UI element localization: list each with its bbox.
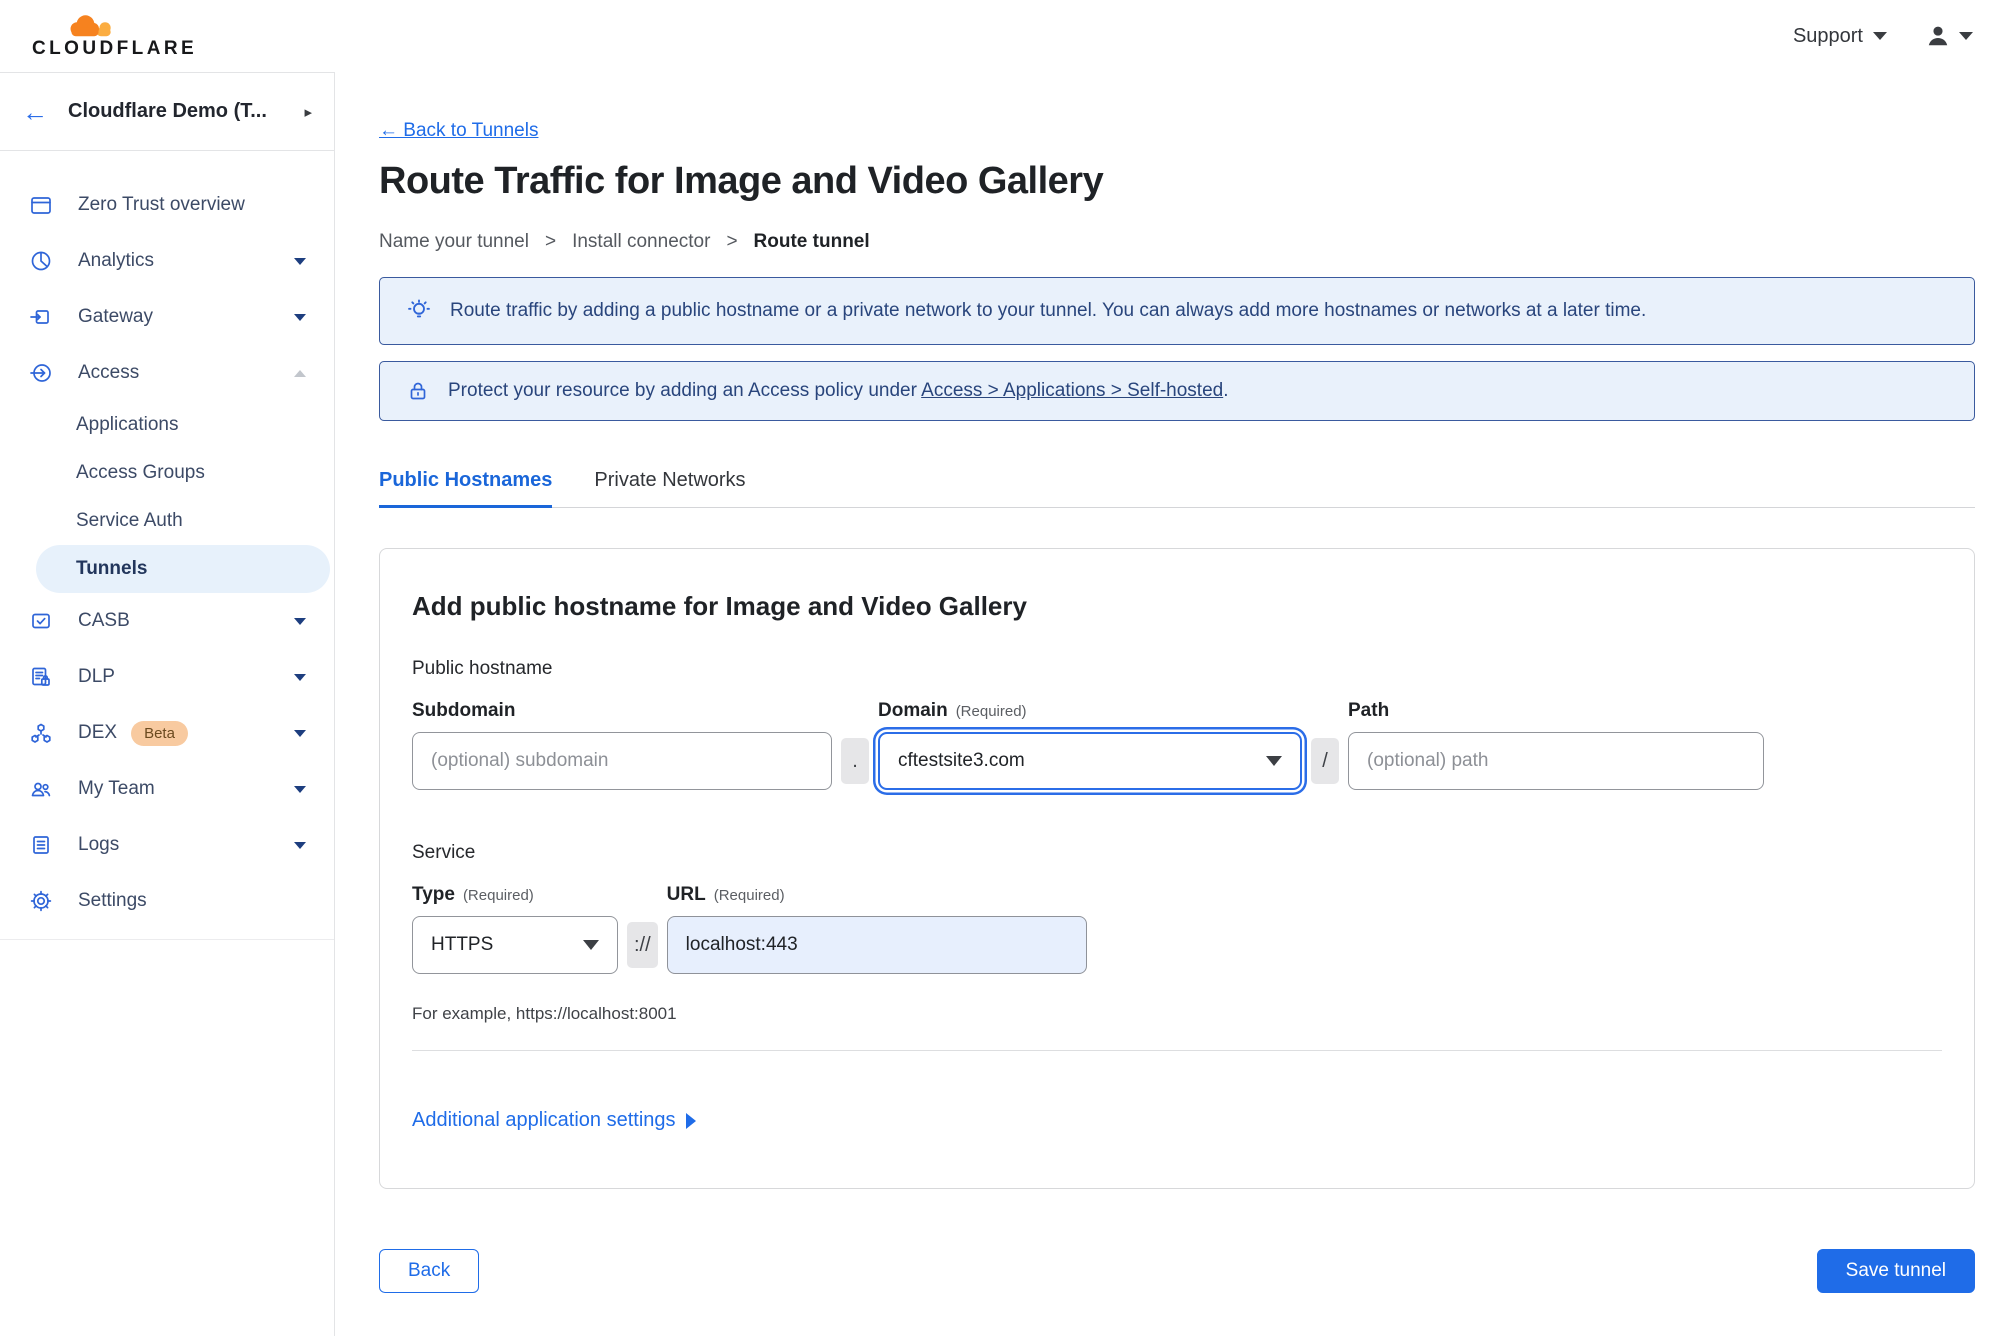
required-tag: (Required) bbox=[462, 887, 534, 904]
service-type-select[interactable]: HTTPS bbox=[412, 916, 618, 974]
domain-select-value: cftestsite3.com bbox=[898, 750, 1025, 771]
user-menu[interactable] bbox=[1925, 23, 1973, 49]
chevron-down-icon bbox=[1266, 756, 1282, 766]
chevron-up-icon bbox=[294, 369, 306, 377]
card-heading: Add public hostname for Image and Video … bbox=[412, 591, 1027, 621]
tab-bar: Public Hostnames Private Networks bbox=[379, 469, 1975, 508]
support-label: Support bbox=[1792, 24, 1863, 47]
sidebar-item-service-auth[interactable]: Service Auth bbox=[0, 497, 334, 545]
chevron-down-icon bbox=[294, 841, 306, 849]
subdomain-label: Subdomain bbox=[412, 700, 516, 721]
sidebar-item-gateway[interactable]: Gateway bbox=[0, 289, 334, 345]
top-bar: CLOUDFLARE Support bbox=[0, 0, 1999, 72]
people-icon bbox=[28, 777, 54, 801]
service-type-value: HTTPS bbox=[431, 934, 494, 955]
support-menu[interactable]: Support bbox=[1793, 25, 1887, 48]
main-content: ← Back to Tunnels Route Traffic for Imag… bbox=[336, 72, 1999, 1336]
sidebar-item-tunnels[interactable]: Tunnels bbox=[36, 545, 330, 593]
dot-separator: . bbox=[841, 738, 869, 784]
chevron-right-icon bbox=[685, 1112, 696, 1129]
pie-chart-icon bbox=[28, 249, 54, 273]
back-button[interactable]: Back bbox=[379, 1249, 480, 1293]
sidebar: ← Cloudflare Demo (T... ▸ Zero Trust ove… bbox=[0, 72, 335, 1336]
wizard-footer: Back Save tunnel bbox=[379, 1249, 1975, 1293]
document-lock-icon bbox=[28, 665, 54, 689]
chevron-down-icon bbox=[1873, 32, 1887, 40]
dex-network-icon bbox=[28, 721, 54, 745]
page-title: Route Traffic for Image and Video Galler… bbox=[379, 160, 1104, 202]
step-route-tunnel: Route tunnel bbox=[753, 231, 870, 252]
window-icon bbox=[28, 193, 54, 217]
back-arrow-icon[interactable]: ← bbox=[22, 99, 48, 125]
logo-wordmark: CLOUDFLARE bbox=[32, 38, 198, 59]
tab-public-hostnames[interactable]: Public Hostnames bbox=[379, 469, 553, 508]
public-hostname-label: Public hostname bbox=[412, 658, 553, 679]
sidebar-item-zero-trust-overview[interactable]: Zero Trust overview bbox=[0, 177, 334, 233]
url-input[interactable] bbox=[666, 916, 1087, 974]
type-label: Type (Required) bbox=[412, 884, 534, 905]
tab-private-networks[interactable]: Private Networks bbox=[594, 469, 745, 507]
step-install-connector: Install connector bbox=[572, 231, 711, 252]
casb-icon bbox=[28, 609, 54, 633]
banner-text: Protect your resource by adding an Acces… bbox=[448, 380, 1229, 401]
route-traffic-info-banner: Route traffic by adding a public hostnam… bbox=[379, 277, 1975, 345]
user-icon bbox=[1928, 26, 1948, 46]
account-switcher[interactable]: ← Cloudflare Demo (T... ▸ bbox=[0, 73, 334, 151]
access-policy-banner: Protect your resource by adding an Acces… bbox=[379, 361, 1975, 421]
cloudflare-logo: CLOUDFLARE bbox=[26, 12, 197, 60]
save-tunnel-button[interactable]: Save tunnel bbox=[1816, 1249, 1975, 1293]
gear-icon bbox=[28, 889, 54, 913]
sidebar-item-dex[interactable]: DEX Beta bbox=[0, 705, 334, 761]
sidebar-item-logs[interactable]: Logs bbox=[0, 817, 334, 873]
list-icon bbox=[28, 833, 54, 857]
slash-separator: / bbox=[1311, 738, 1339, 784]
expand-chevron-icon[interactable]: ▸ bbox=[304, 103, 312, 121]
cloudflare-cloud-icon bbox=[70, 15, 111, 37]
beta-badge: Beta bbox=[131, 721, 188, 746]
chevron-down-icon bbox=[294, 785, 306, 793]
sidebar-item-my-team[interactable]: My Team bbox=[0, 761, 334, 817]
chevron-down-icon bbox=[1959, 32, 1973, 40]
card-divider bbox=[412, 1050, 1942, 1051]
sidebar-item-dlp[interactable]: DLP bbox=[0, 649, 334, 705]
sidebar-item-access[interactable]: Access bbox=[0, 345, 334, 401]
lightbulb-icon bbox=[408, 299, 430, 318]
subdomain-input[interactable] bbox=[412, 732, 832, 790]
gateway-icon bbox=[28, 305, 54, 329]
path-input[interactable] bbox=[1348, 732, 1764, 790]
sidebar-item-settings[interactable]: Settings bbox=[0, 873, 334, 929]
required-tag: (Required) bbox=[955, 703, 1027, 720]
sidebar-item-access-groups[interactable]: Access Groups bbox=[0, 449, 334, 497]
additional-application-settings-toggle[interactable]: Additional application settings bbox=[412, 1109, 696, 1132]
scheme-separator: :// bbox=[627, 922, 658, 968]
back-to-tunnels-link[interactable]: ← Back to Tunnels bbox=[379, 120, 538, 142]
breadcrumb: Name your tunnel > Install connector > R… bbox=[379, 231, 1974, 253]
sidebar-item-analytics[interactable]: Analytics bbox=[0, 233, 334, 289]
sidebar-nav: Zero Trust overview Analytics Gateway Ac… bbox=[0, 151, 334, 940]
chevron-down-icon bbox=[294, 617, 306, 625]
banner-text: Route traffic by adding a public hostnam… bbox=[450, 300, 1647, 321]
domain-select[interactable]: cftestsite3.com bbox=[878, 732, 1302, 790]
domain-label: Domain (Required) bbox=[878, 700, 1027, 721]
lock-icon bbox=[410, 382, 426, 400]
chevron-down-icon bbox=[294, 673, 306, 681]
add-hostname-card: Add public hostname for Image and Video … bbox=[379, 548, 1975, 1189]
service-label: Service bbox=[412, 842, 476, 863]
step-separator: > bbox=[726, 231, 738, 252]
chevron-down-icon bbox=[583, 940, 599, 950]
account-name: Cloudflare Demo (T... bbox=[68, 100, 267, 122]
step-separator: > bbox=[544, 231, 557, 252]
path-label: Path bbox=[1348, 700, 1390, 721]
access-applications-self-hosted-link[interactable]: Access > Applications > Self-hosted bbox=[921, 380, 1223, 401]
sidebar-item-applications[interactable]: Applications bbox=[0, 401, 334, 449]
sidebar-item-casb[interactable]: CASB bbox=[0, 593, 334, 649]
url-label: URL (Required) bbox=[666, 884, 785, 905]
example-hint: For example, https://localhost:8001 bbox=[412, 1004, 677, 1023]
chevron-down-icon bbox=[294, 257, 306, 265]
access-icon bbox=[28, 361, 54, 385]
step-name-your-tunnel: Name your tunnel bbox=[379, 231, 529, 252]
chevron-down-icon bbox=[294, 729, 306, 737]
required-tag: (Required) bbox=[713, 887, 785, 904]
chevron-down-icon bbox=[294, 313, 306, 321]
